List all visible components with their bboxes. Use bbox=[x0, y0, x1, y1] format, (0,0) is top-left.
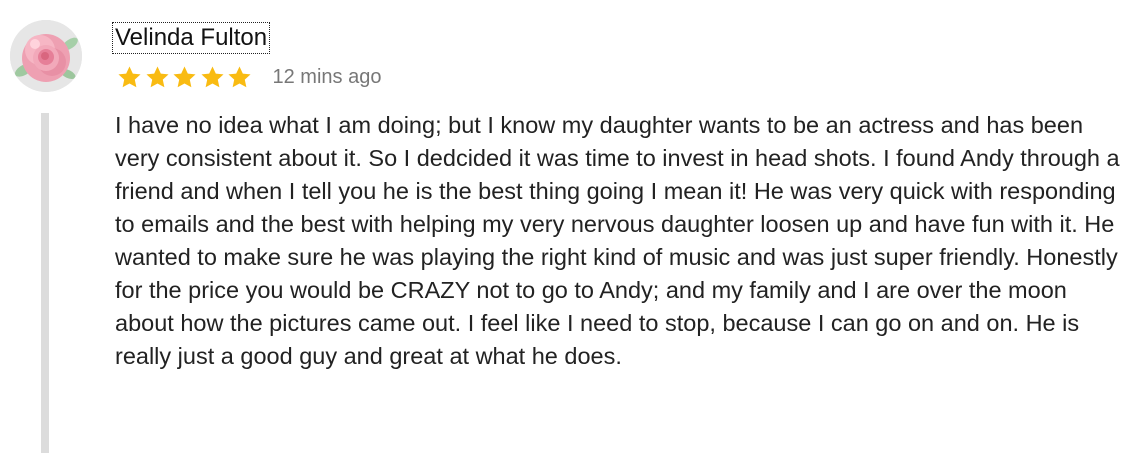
review-body-text: I have no idea what I am doing; but I kn… bbox=[115, 112, 1120, 369]
rose-avatar-icon bbox=[10, 20, 82, 92]
reviewer-avatar[interactable] bbox=[10, 20, 82, 92]
star-icon bbox=[228, 65, 251, 87]
star-icon bbox=[145, 65, 169, 87]
reviewer-name-link[interactable]: Velinda Fulton bbox=[112, 22, 271, 54]
star-icon bbox=[173, 65, 196, 87]
star-rating bbox=[116, 64, 254, 91]
star-icon bbox=[118, 65, 141, 87]
star-icon bbox=[200, 65, 224, 87]
rating-row: 12 mins ago bbox=[116, 62, 381, 92]
review-thread-line bbox=[41, 113, 49, 453]
review-timestamp: 12 mins ago bbox=[272, 65, 382, 88]
